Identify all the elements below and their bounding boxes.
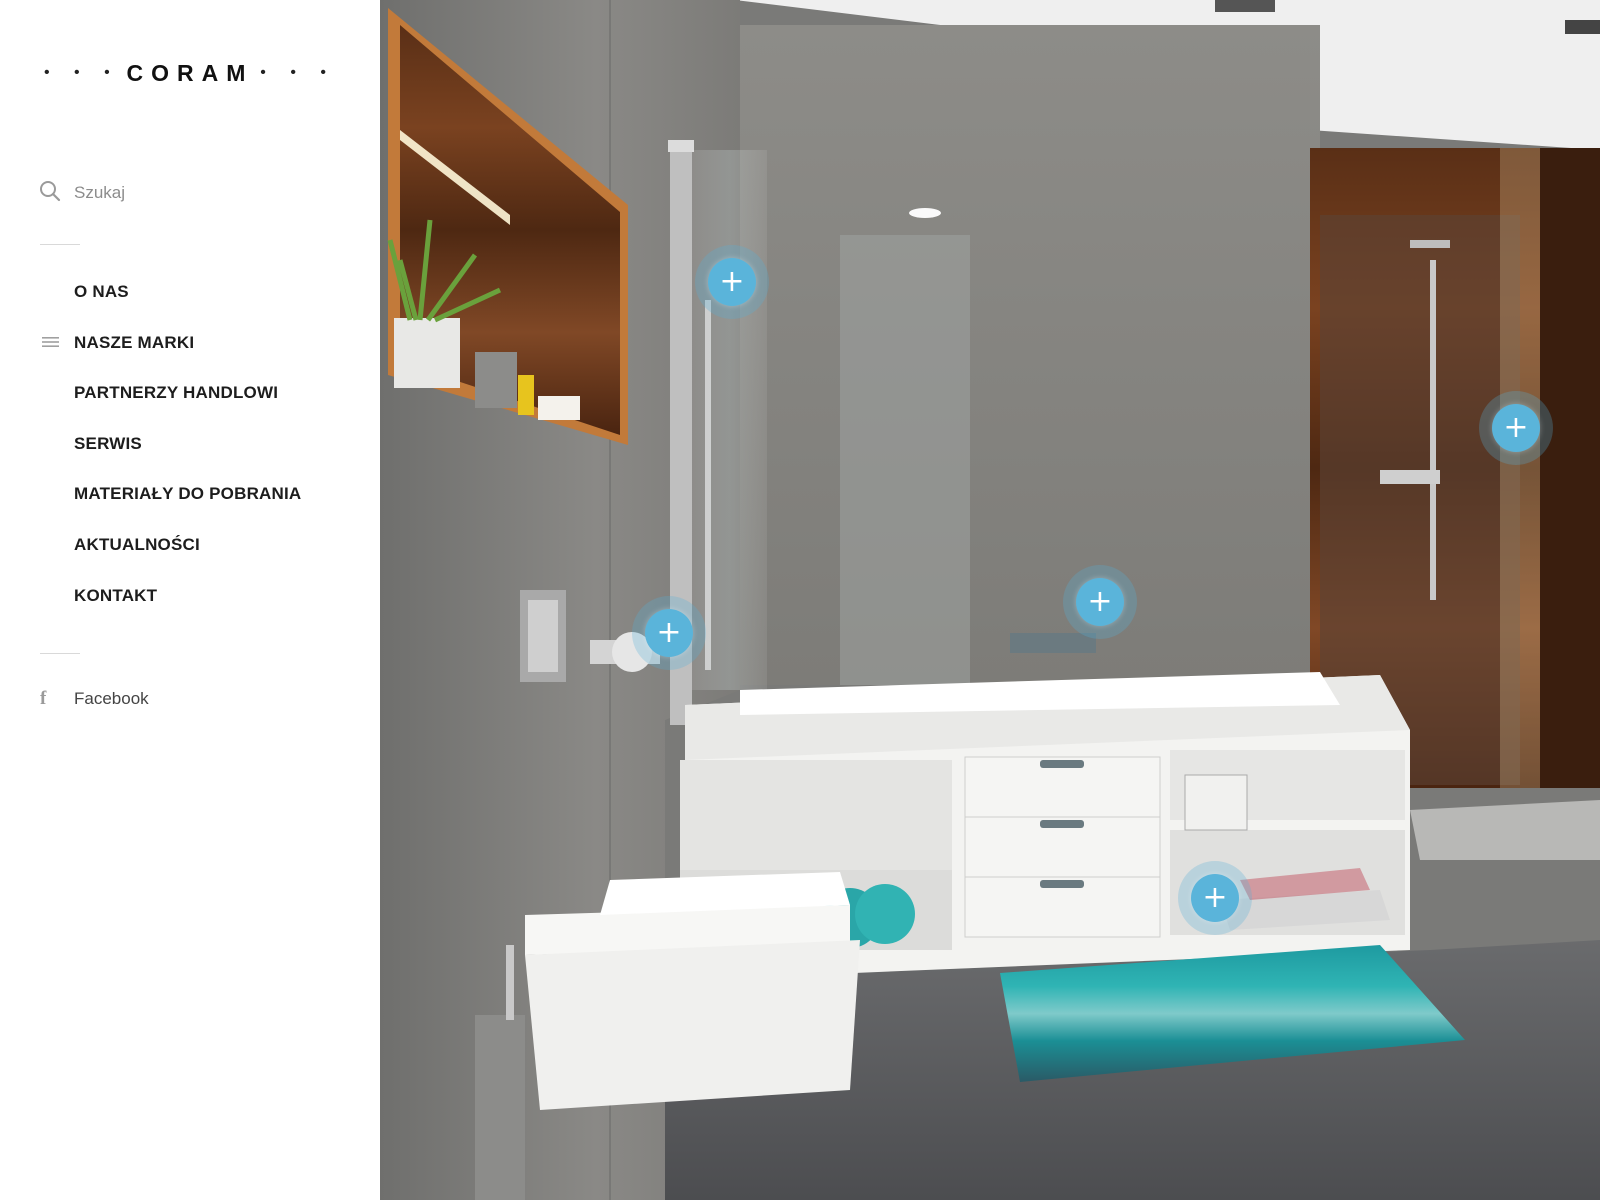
search-icon[interactable] <box>38 179 62 208</box>
plus-icon: + <box>708 258 756 306</box>
plus-icon: + <box>1191 874 1239 922</box>
product-hotspot-shower-column[interactable]: + <box>1479 391 1553 465</box>
menu-icon[interactable] <box>42 335 59 349</box>
nav-item-partnerzy-handlowi[interactable]: PARTNERZY HANDLOWI <box>0 377 380 428</box>
nav-item-label: PARTNERZY HANDLOWI <box>74 383 279 403</box>
product-hotspot-shower-head[interactable]: + <box>695 245 769 319</box>
logo[interactable]: • • • CORAM • • • <box>44 58 336 88</box>
bathroom-scene-illustration <box>380 0 1600 1200</box>
logo-wordmark: CORAM <box>126 59 254 86</box>
nav-item-label: KONTAKT <box>74 585 158 605</box>
plus-icon: + <box>645 609 693 657</box>
nav-item-label: MATERIAŁY DO POBRANIA <box>74 484 302 504</box>
plus-icon: + <box>1076 578 1124 626</box>
nav-item-o-nas[interactable]: O NAS <box>0 276 380 327</box>
facebook-label: Facebook <box>74 689 149 708</box>
nav-item-serwis[interactable]: SERWIS <box>0 428 380 479</box>
search-input[interactable] <box>74 183 314 203</box>
nav-item-aktualnosci[interactable]: AKTUALNOŚCI <box>0 529 380 580</box>
hero-bathroom-image: + + + + + <box>380 0 1600 1200</box>
nav-item-nasze-marki[interactable]: NASZE MARKI <box>0 327 380 378</box>
search-bar <box>38 178 338 208</box>
logo-dots-left: • • • <box>44 64 120 81</box>
product-hotspot-faucet[interactable]: + <box>1063 565 1137 639</box>
plus-icon: + <box>1492 404 1540 452</box>
logo-dots-right: • • • <box>260 64 336 81</box>
nav-item-label: AKTUALNOŚCI <box>74 534 200 554</box>
main-nav: O NAS NASZE MARKI PARTNERZY HANDLOWI SER… <box>0 276 380 630</box>
product-hotspot-vanity-shelf[interactable]: + <box>1178 861 1252 935</box>
facebook-icon: f <box>40 688 47 709</box>
facebook-link[interactable]: f Facebook <box>40 688 149 710</box>
nav-item-kontakt[interactable]: KONTAKT <box>0 580 380 631</box>
nav-item-materialy-do-pobrania[interactable]: MATERIAŁY DO POBRANIA <box>0 478 380 529</box>
nav-item-label: O NAS <box>74 282 129 301</box>
divider-bottom <box>40 653 80 654</box>
product-hotspot-toilet-paper-holder[interactable]: + <box>632 596 706 670</box>
sidebar: • • • CORAM • • • O NAS NASZE MARKI PART… <box>0 0 380 1200</box>
nav-item-label: SERWIS <box>74 433 142 453</box>
nav-item-label: NASZE MARKI <box>74 332 195 352</box>
divider-top <box>40 244 80 245</box>
